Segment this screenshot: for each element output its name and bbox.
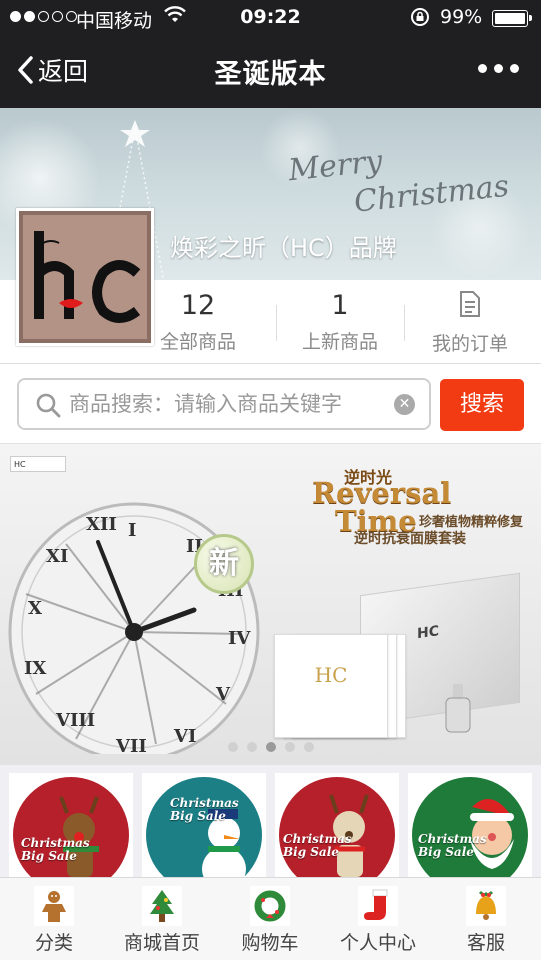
stat-label: 我的订单 <box>431 333 508 355</box>
svg-text:I: I <box>128 520 136 541</box>
rotation-lock-icon <box>411 8 429 26</box>
headline-subtitle-2: 逆时抗衰面膜套装 <box>354 531 466 547</box>
hc-logo-image <box>19 211 151 343</box>
bell-icon <box>466 886 506 926</box>
stat-label: 全部商品 <box>159 331 236 353</box>
promo-tile-santa[interactable]: Christmas Big Sale <box>408 773 532 877</box>
svg-text:XII: XII <box>86 514 117 535</box>
battery-icon <box>492 10 532 27</box>
brand-logo <box>16 208 154 346</box>
search-row: ✕ 搜索 <box>0 364 541 444</box>
stocking-icon <box>358 886 398 926</box>
snowman-sale-badge: Christmas Big Sale <box>146 777 262 877</box>
stat-all-products[interactable]: 12 全部商品 <box>138 290 258 354</box>
brand-name: 焕彩之昕（HC）品牌 <box>170 234 397 262</box>
reindeer-sale-badge: Christmas Big Sale <box>13 777 129 877</box>
clear-icon[interactable]: ✕ <box>394 394 415 415</box>
svg-text:IV: IV <box>228 628 251 649</box>
order-icon-wrap <box>410 290 530 323</box>
clock-illustration: IIIIII IVVVI VIIVIIIIX XXIXII <box>8 502 260 754</box>
more-menu-button[interactable] <box>478 64 519 73</box>
wreath-icon <box>250 886 290 926</box>
reindeer-sale-badge: Christmas Big Sale <box>279 777 395 877</box>
top-bar: 中国移动 09:22 99% 返回 圣诞版本 <box>0 0 541 108</box>
promo-carousel[interactable]: HC IIIIII IVVVI VIIVIIIIX XXIXII 新 逆时光 R… <box>0 444 541 765</box>
carousel-dot-active[interactable] <box>265 742 276 752</box>
tab-cart[interactable]: 购物车 <box>216 878 324 960</box>
search-icon <box>36 393 61 418</box>
more-dot-icon <box>510 64 519 73</box>
tab-home[interactable]: 商城首页 <box>108 878 216 960</box>
svg-text:IX: IX <box>24 658 46 679</box>
hc-small-badge: HC <box>10 456 66 472</box>
santa-icon <box>470 799 514 869</box>
stat-my-orders[interactable]: 我的订单 <box>410 290 530 356</box>
tab-label: 商城首页 <box>123 932 200 954</box>
bottom-tab-bar: 分类 商城首页 购物车 个人中心 客服 <box>0 877 541 960</box>
stat-new-products[interactable]: 1 上新商品 <box>280 290 400 354</box>
divider <box>404 305 405 341</box>
serum-bottle <box>445 684 471 733</box>
more-dot-icon <box>478 64 487 73</box>
reindeer-icon <box>329 794 369 877</box>
merry-christmas-text: Merry Christmas <box>286 143 511 220</box>
new-badge: 新 <box>194 534 254 594</box>
document-icon <box>460 291 480 317</box>
promo-tile-reindeer[interactable]: Christmas Big Sale <box>9 773 133 877</box>
snowman-icon <box>202 809 246 877</box>
tab-label: 购物车 <box>241 932 299 954</box>
stat-value: 12 <box>180 290 216 321</box>
tab-category[interactable]: 分类 <box>0 878 108 960</box>
carousel-indicator <box>0 742 541 752</box>
promo-tile-reindeer-2[interactable]: Christmas Big Sale <box>275 773 399 877</box>
christmas-tree-icon <box>142 886 182 926</box>
mask-sachet: HC <box>274 634 388 738</box>
carousel-dot[interactable] <box>246 742 257 752</box>
tab-profile[interactable]: 个人中心 <box>324 878 432 960</box>
svg-text:VIII: VIII <box>55 710 95 731</box>
battery-percent: 99% <box>440 6 483 28</box>
search-button[interactable]: 搜索 <box>440 379 524 431</box>
tab-label: 个人中心 <box>339 932 416 954</box>
carousel-dot[interactable] <box>303 742 314 752</box>
stat-value: 1 <box>331 290 349 321</box>
stat-label: 上新商品 <box>301 331 378 353</box>
promo-tiles: ChristmasBig Sale ChristmasBig Sale Ch <box>0 765 541 877</box>
svg-text:X: X <box>28 598 42 619</box>
page-title: 圣诞版本 <box>214 59 327 90</box>
carousel-dot[interactable] <box>284 742 295 752</box>
carousel-dot[interactable] <box>227 742 238 752</box>
tab-service[interactable]: 客服 <box>432 878 540 960</box>
tab-label: 客服 <box>466 932 505 954</box>
promo-tile-snowman[interactable]: Christmas Big Sale <box>142 773 266 877</box>
svg-text:V: V <box>215 684 231 705</box>
santa-sale-badge: Christmas Big Sale <box>412 777 528 877</box>
gingerbread-icon <box>34 886 74 926</box>
divider <box>276 305 277 341</box>
search-input[interactable] <box>69 388 389 420</box>
search-box[interactable]: ✕ <box>17 378 431 430</box>
svg-text:XI: XI <box>46 546 68 567</box>
status-bar: 中国移动 09:22 99% <box>0 0 541 36</box>
more-dot-icon <box>494 64 503 73</box>
tab-label: 分类 <box>34 932 73 954</box>
